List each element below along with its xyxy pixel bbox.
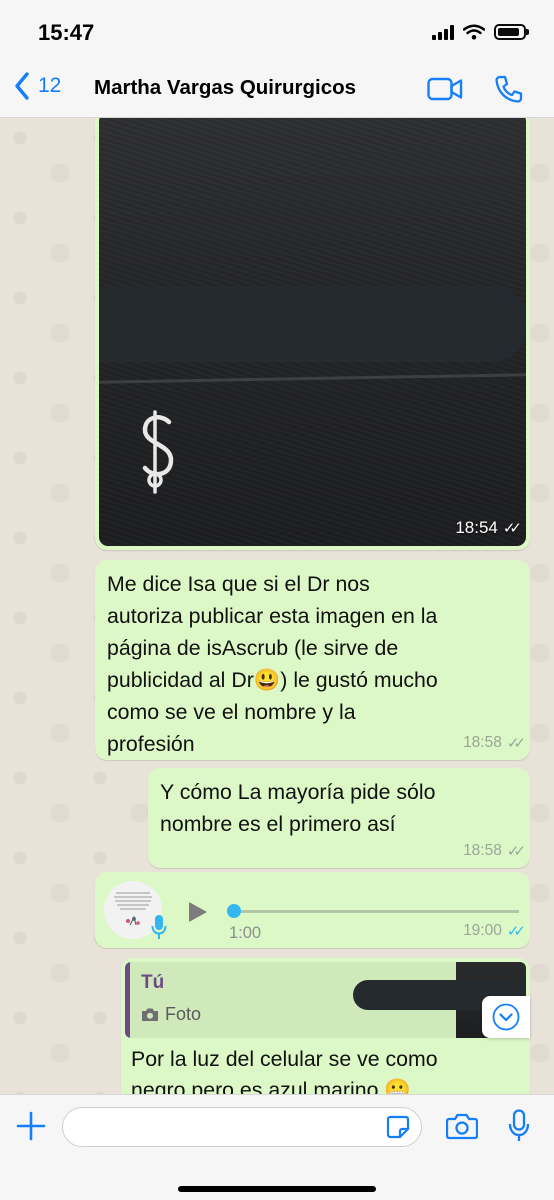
message-line: Me dice Isa que si el Dr nos [107,572,370,596]
status-icons [432,24,529,40]
chevron-down-icon [492,1003,520,1031]
unread-count: 12 [38,74,62,97]
double-check-icon: ✓✓ [502,520,522,537]
battery-icon [494,24,529,40]
audio-progress-knob[interactable] [227,904,241,918]
audio-duration: 1:00 [229,924,262,942]
message-line: como se ve el nombre y la [107,700,356,724]
logo-mark [142,410,174,494]
audio-progress-track[interactable] [233,910,519,913]
text-message[interactable]: Me dice Isa que si el Dr nos autoriza pu… [95,560,530,760]
play-icon[interactable] [187,900,209,924]
quote-type-label: Foto [165,1004,202,1024]
pocket-seam [99,373,526,384]
message-time: 18:58 [463,842,502,859]
microphone-icon[interactable] [508,1109,530,1143]
text-message[interactable]: Y cómo La mayoría pide sólo nombre es el… [148,768,530,868]
signal-icon [432,24,454,40]
message-text: Y cómo La mayoría pide sólo nombre es el… [160,776,435,840]
message-line: autoriza publicar esta imagen en la [107,604,438,628]
phone-icon[interactable] [494,74,524,104]
message-meta: 19:00 ✓✓ [463,922,526,940]
voice-message[interactable]: 1:00 19:00 ✓✓ [95,872,530,948]
message-line: profesión [107,732,195,756]
message-line: publicidad al Dr😃) le gustó mucho [107,668,438,692]
message-line: página de isAscrub (le sirve de [107,636,399,660]
message-meta: 18:58 ✓✓ [463,842,526,860]
chat-header: 12 Martha Vargas Quirurgicos [0,62,554,118]
input-bar [0,1094,554,1200]
quote-type: Foto [141,1004,201,1025]
contact-name[interactable]: Martha Vargas Quirurgicos [94,76,356,100]
double-check-icon: ✓✓ [506,843,526,860]
chat-area[interactable]: 18:54 ✓✓ Me dice Isa que si el Dr nos au… [0,118,554,1094]
status-bar: 15:47 [0,0,554,62]
home-indicator [178,1186,376,1192]
message-text: Por la luz del celular se ve como negro … [131,1044,438,1094]
double-check-icon: ✓✓ [506,735,526,752]
message-text: Me dice Isa que si el Dr nos autoriza pu… [107,568,438,760]
camera-small-icon [142,1008,158,1021]
message-line: Por la luz del celular se ve como [131,1047,438,1071]
message-line: negro pero es azul marino 😬 [131,1078,411,1094]
plus-icon[interactable] [14,1109,48,1143]
status-time: 15:47 [38,20,95,45]
chevron-left-icon [15,72,29,100]
photo-timestamp: 18:54 ✓✓ [455,518,522,538]
video-camera-icon[interactable] [427,77,463,101]
wifi-icon [463,24,485,40]
photo-time-text: 18:54 [455,518,498,537]
camera-icon[interactable] [446,1112,478,1140]
reply-message[interactable]: Tú Foto Por la luz del celular se ve com… [121,958,530,1094]
sticker-icon[interactable] [386,1115,410,1139]
quoted-message[interactable]: Tú Foto [125,962,526,1038]
photo-image[interactable]: 18:54 ✓✓ [99,118,526,546]
microphone-icon [151,915,167,939]
photo-message[interactable]: 18:54 ✓✓ [95,118,530,550]
message-line: nombre es el primero así [160,812,396,836]
quote-author: Tú [141,972,165,993]
message-time: 18:58 [463,734,502,751]
double-check-icon: ✓✓ [506,923,526,940]
quote-bar [125,962,130,1038]
message-input[interactable] [62,1107,422,1147]
message-time: 19:00 [463,922,502,939]
redaction-bar [99,286,526,362]
message-meta: 18:58 ✓✓ [463,734,526,752]
message-line: Y cómo La mayoría pide sólo [160,780,436,804]
scroll-down-button[interactable] [482,996,530,1038]
back-button[interactable]: 12 [14,72,61,100]
